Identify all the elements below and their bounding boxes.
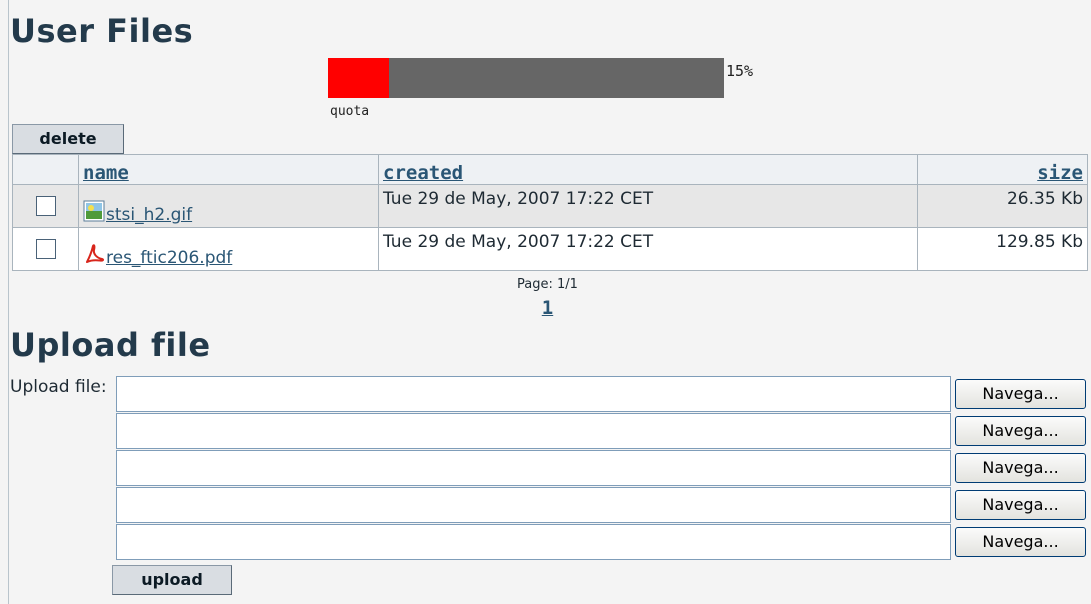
- user-files-title: User Files: [10, 12, 194, 50]
- pdf-file-icon: [86, 244, 105, 263]
- row-select-cell: [12, 227, 79, 271]
- left-border: [8, 0, 9, 604]
- upload-field-label: Upload file:: [10, 377, 107, 397]
- quota-used-fill: [328, 58, 390, 98]
- file-input-4[interactable]: [116, 487, 951, 523]
- file-input-1[interactable]: [116, 376, 951, 412]
- quota-label: quota: [330, 104, 370, 119]
- file-input-5[interactable]: [116, 524, 951, 560]
- created-cell: Tue 29 de May, 2007 17:22 CET: [378, 184, 918, 228]
- file-name-cell: res_ftic206.pdf: [78, 227, 379, 271]
- size-cell: 26.35 Kb: [917, 184, 1088, 228]
- browse-button-5[interactable]: Navega...: [955, 527, 1086, 557]
- file-name-link[interactable]: res_ftic206.pdf: [106, 248, 232, 268]
- sort-by-size-link[interactable]: size: [1037, 162, 1083, 184]
- table-header-row: name created size: [12, 154, 1088, 185]
- file-input-2[interactable]: [116, 413, 951, 449]
- browse-button-2[interactable]: Navega...: [955, 416, 1086, 446]
- browse-button-3[interactable]: Navega...: [955, 453, 1086, 483]
- file-name-cell: stsi_h2.gif: [78, 184, 379, 228]
- page-link-1[interactable]: 1: [530, 297, 565, 319]
- table-row: res_ftic206.pdf Tue 29 de May, 2007 17:2…: [12, 227, 1088, 271]
- quota-percent: 15%: [726, 62, 754, 80]
- file-input-3[interactable]: [116, 450, 951, 486]
- delete-button[interactable]: delete: [12, 124, 124, 154]
- files-table: name created size stsi_h2.gif Tue 29 de …: [12, 154, 1088, 271]
- browse-button-1[interactable]: Navega...: [955, 379, 1086, 409]
- file-name-link[interactable]: stsi_h2.gif: [106, 205, 192, 225]
- quota-bar: [328, 58, 724, 98]
- select-column-header: [12, 154, 79, 185]
- page-indicator: Page: 1/1: [517, 277, 578, 292]
- name-column-header[interactable]: name: [78, 154, 379, 185]
- sort-by-created-link[interactable]: created: [383, 162, 463, 184]
- size-cell: 129.85 Kb: [917, 227, 1088, 271]
- table-row: stsi_h2.gif Tue 29 de May, 2007 17:22 CE…: [12, 184, 1088, 228]
- created-cell: Tue 29 de May, 2007 17:22 CET: [378, 227, 918, 271]
- row-select-cell: [12, 184, 79, 228]
- user-files-page: User Files 15% quota delete name created…: [0, 0, 1091, 604]
- size-column-header[interactable]: size: [917, 154, 1088, 185]
- upload-file-title: Upload file: [10, 326, 211, 364]
- browse-button-4[interactable]: Navega...: [955, 490, 1086, 520]
- row-checkbox[interactable]: [35, 196, 56, 216]
- row-checkbox[interactable]: [35, 239, 56, 259]
- sort-by-name-link[interactable]: name: [83, 162, 129, 184]
- upload-button[interactable]: upload: [112, 565, 232, 595]
- image-file-icon: [83, 200, 105, 222]
- created-column-header[interactable]: created: [378, 154, 918, 185]
